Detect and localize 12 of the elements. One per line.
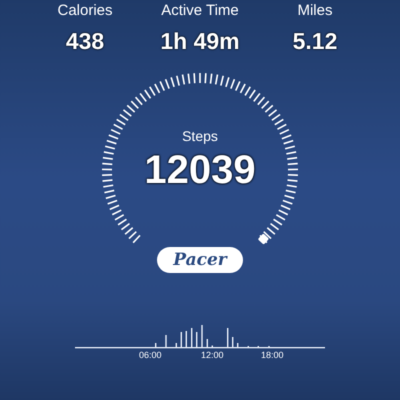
stat-label: Calories — [57, 2, 113, 20]
stat-value: 1h 49m — [160, 28, 240, 54]
stat-value: 438 — [66, 28, 104, 54]
time-label: 12:00 — [201, 350, 224, 360]
brand-badge[interactable]: Pacer — [157, 247, 243, 273]
stat-value: 5.12 — [292, 28, 338, 54]
time-label: 18:00 — [261, 350, 284, 360]
steps-count: 12039 — [144, 148, 256, 192]
stat-label: Miles — [297, 2, 332, 20]
time-label: 06:00 — [139, 350, 162, 360]
stat-label: Active Time — [161, 2, 239, 20]
steps-label: Steps — [182, 128, 218, 144]
